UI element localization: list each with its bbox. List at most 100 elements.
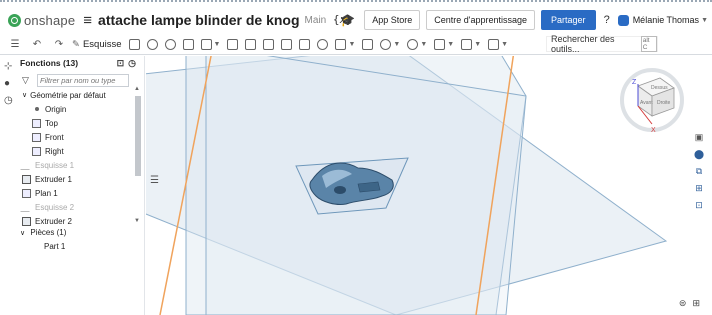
sweep-icon[interactable] [164, 39, 176, 50]
extrude-icon [22, 174, 31, 184]
loft-icon[interactable] [182, 39, 194, 50]
chevron-down-icon: ∨ [20, 230, 26, 237]
pattern-icon[interactable] [407, 39, 419, 50]
parts-header[interactable]: ∨ Pièces (1) [20, 228, 66, 237]
draft-icon[interactable] [263, 39, 275, 50]
share-button[interactable]: Partager [541, 10, 596, 30]
tree-item-front[interactable]: Front [18, 130, 134, 144]
comments-icon[interactable]: ● [4, 78, 16, 90]
hole-icon[interactable] [317, 39, 329, 50]
learning-center-button[interactable]: Centre d'apprentissage [426, 10, 536, 30]
sketch-icon [20, 202, 33, 212]
viewport-canvas[interactable]: ☰ [146, 56, 686, 315]
app-header: onshape ≡ attache lampe blinder de knog … [0, 6, 712, 34]
tree-item-sketch-2[interactable]: Esquisse 2 [18, 200, 134, 214]
revolve-icon[interactable] [146, 39, 158, 50]
chevron-down-icon[interactable]: ▼ [214, 41, 221, 48]
chevron-down-icon[interactable]: ▼ [420, 41, 427, 48]
tree-item-extrude-1[interactable]: Extruder 1 [18, 172, 134, 186]
feature-panel-title: Fonctions (13) [20, 58, 79, 68]
tree-label: Géométrie par défaut [30, 90, 106, 100]
transform-icon[interactable] [380, 39, 392, 50]
appearance-icon[interactable]: ⬤ [693, 149, 705, 160]
grid-icon[interactable]: ⊞ [692, 298, 706, 308]
part-hole [334, 186, 346, 194]
branch-label[interactable]: Main [305, 15, 327, 26]
tree-item-right[interactable]: Right [18, 144, 134, 158]
onshape-logo[interactable]: onshape [8, 13, 75, 28]
measure-icon[interactable]: ⊞ [693, 183, 705, 194]
graphics-viewport[interactable]: ☰ [146, 56, 686, 315]
feature-tree-scrollbar[interactable]: ▲ ▼ [134, 86, 141, 226]
plane-icon[interactable] [434, 39, 446, 50]
tree-item-plane-1[interactable]: Plan 1 [18, 186, 134, 200]
chevron-down-icon: ∨ [22, 92, 28, 99]
feature-toolbar: ☰ ↶ ↷ ✎ Esquisse ▼ ▼ ▼ ▼ ▼ ▼ ▼ Recherche… [0, 34, 712, 55]
feature-list-toggle-icon[interactable]: ☰ [8, 38, 22, 52]
tree-item-sketch-1[interactable]: Esquisse 1 [18, 158, 134, 172]
panel-toggle-icon[interactable]: ☰ [150, 175, 159, 186]
menu-icon[interactable]: ≡ [83, 12, 92, 29]
document-title[interactable]: attache lampe blinder de knog [98, 12, 300, 28]
chevron-down-icon[interactable]: ▼ [393, 41, 400, 48]
section-view-icon[interactable]: ⧉ [693, 166, 705, 177]
search-tools-input[interactable]: Rechercher des outils... alt C [546, 34, 658, 54]
plane-icon [22, 188, 31, 198]
mate-connector-icon[interactable] [461, 39, 473, 50]
viewcube[interactable]: Dessus Avant Droite Z X [616, 64, 686, 144]
render-mode-icon[interactable]: ⊜ [679, 298, 693, 308]
boolean-icon[interactable] [335, 39, 347, 50]
header-right: {𝑥} App Store Centre d'apprentissage Par… [333, 8, 708, 32]
filter-icon[interactable]: ▽ [22, 75, 32, 86]
tree-group-default-geometry[interactable]: ∨ Géométrie par défaut [18, 88, 134, 102]
chevron-down-icon[interactable]: ▼ [447, 41, 454, 48]
user-name: Mélanie Thomas [632, 15, 700, 25]
tree-item-extrude-2[interactable]: Extruder 2 [18, 214, 134, 228]
search-shortcut-badge: alt C [640, 36, 657, 52]
redo-icon[interactable]: ↷ [52, 38, 66, 52]
rollback-icon[interactable]: ⊡ [117, 58, 129, 68]
shell-icon[interactable] [299, 39, 311, 50]
pencil-icon: ✎ [72, 39, 80, 50]
chevron-down-icon[interactable]: ▼ [348, 41, 355, 48]
part-item[interactable]: Part 1 [44, 242, 65, 251]
mass-properties-icon[interactable]: ⊡ [693, 200, 705, 211]
mate-connector-add-icon[interactable] [488, 39, 500, 50]
scroll-down-icon[interactable]: ▼ [134, 218, 140, 224]
rib-icon[interactable] [281, 39, 293, 50]
chevron-down-icon[interactable]: ▼ [501, 41, 508, 48]
logo-text: onshape [24, 12, 76, 28]
panel-header-icons: ⊡◷ [117, 58, 140, 69]
variables-button[interactable]: {𝑥} [333, 13, 352, 27]
top-dotted-border [0, 0, 712, 4]
history-icon[interactable]: ◷ [4, 95, 16, 107]
feature-panel-header: Fonctions (13) ⊡◷ [18, 56, 144, 70]
onshape-logo-icon [8, 13, 21, 27]
chamfer-icon[interactable] [245, 39, 257, 50]
view-options-icon[interactable]: ▣ [693, 132, 705, 143]
scroll-up-icon[interactable]: ▲ [134, 86, 140, 92]
user-menu[interactable]: Mélanie Thomas ▼ [617, 14, 708, 26]
help-icon[interactable]: ? [604, 14, 610, 26]
sketch-button[interactable]: ✎ Esquisse [72, 39, 122, 50]
part-slot [357, 181, 381, 193]
tree-label: Top [45, 118, 58, 128]
sketch-icon [20, 160, 33, 170]
user-avatar-icon [617, 14, 629, 26]
thicken-icon[interactable] [200, 39, 212, 50]
plane-icon [32, 146, 41, 156]
tree-item-origin[interactable]: Origin [18, 102, 134, 116]
extrude-icon[interactable] [128, 39, 140, 50]
app-store-button[interactable]: App Store [364, 10, 421, 30]
bottom-right-icons: ⊜⊞ [679, 298, 706, 309]
tree-label: Extruder 1 [35, 174, 72, 184]
scroll-thumb[interactable] [135, 96, 141, 176]
chevron-down-icon[interactable]: ▼ [474, 41, 481, 48]
undo-icon[interactable]: ↶ [30, 38, 44, 52]
tree-item-top[interactable]: Top [18, 116, 134, 130]
split-icon[interactable] [362, 39, 374, 50]
fillet-icon[interactable] [227, 39, 239, 50]
timer-icon[interactable]: ◷ [128, 58, 140, 68]
filter-input[interactable] [37, 73, 129, 87]
features-icon[interactable]: ⊹ [4, 61, 16, 73]
